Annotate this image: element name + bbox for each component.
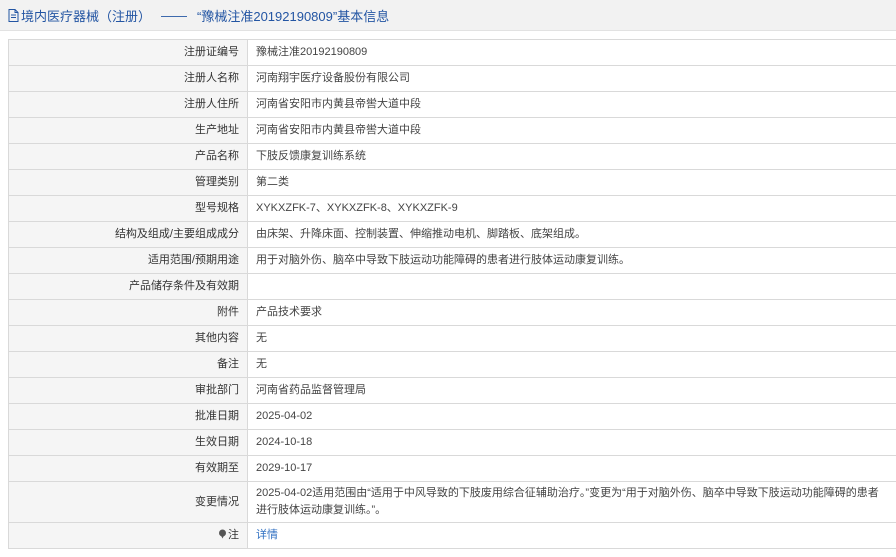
field-label: 注册人住所 — [8, 91, 248, 118]
info-table-container: 注册证编号 豫械注准20192190809 注册人名称 河南翔宇医疗设备股份有限公司注… — [8, 39, 896, 549]
field-value: 豫械注准20192190809 — [247, 39, 896, 66]
field-label: 其他内容 — [8, 325, 248, 352]
field-label: 适用范围/预期用途 — [8, 247, 248, 274]
field-value: 2025-04-02 — [247, 403, 896, 430]
details-link[interactable]: 详情 — [256, 529, 278, 541]
field-label: 附件 — [8, 299, 248, 326]
field-label: 注册证编号 — [8, 39, 248, 66]
table-row: 结构及组成/主要组成成分 由床架、升降床面、控制装置、伸缩推动电机、脚踏板、底架组… — [8, 221, 896, 248]
field-label: 结构及组成/主要组成成分 — [8, 221, 248, 248]
field-label: 变更情况 — [8, 481, 248, 523]
field-value: 无 — [247, 351, 896, 378]
field-value: 用于对脑外伤、脑卒中导致下肢运动功能障碍的患者进行肢体运动康复训练。 — [247, 247, 896, 274]
field-label: 生效日期 — [8, 429, 248, 456]
table-row: 产品名称 下肢反馈康复训练系统 — [8, 143, 896, 170]
field-value: 2024-10-18 — [247, 429, 896, 456]
table-row: 生产地址 河南省安阳市内黄县帝喾大道中段 — [8, 117, 896, 144]
table-row: 注册人住所 河南省安阳市内黄县帝喾大道中段 — [8, 91, 896, 118]
table-row: 产品储存条件及有效期 — [8, 273, 896, 300]
table-row-note: 注 详情 — [8, 522, 896, 549]
field-value: 河南省安阳市内黄县帝喾大道中段 — [247, 117, 896, 144]
info-table-body: 注册证编号 豫械注准20192190809 注册人名称 河南翔宇医疗设备股份有限公司注… — [8, 39, 896, 523]
note-pin-icon — [218, 528, 227, 545]
field-value — [247, 273, 896, 300]
document-icon — [8, 8, 19, 22]
note-value-cell: 详情 — [247, 522, 896, 549]
field-value: 河南省安阳市内黄县帝喾大道中段 — [247, 91, 896, 118]
header-category: 境内医疗器械（注册） — [21, 8, 152, 24]
table-row: 其他内容无 — [8, 325, 896, 352]
field-label: 管理类别 — [8, 169, 248, 196]
field-label: 审批部门 — [8, 377, 248, 404]
field-value: 下肢反馈康复训练系统 — [247, 143, 896, 170]
table-row: 管理类别 第二类 — [8, 169, 896, 196]
table-row: 注册证编号 豫械注准20192190809 — [8, 39, 896, 66]
field-label: 批准日期 — [8, 403, 248, 430]
table-row: 适用范围/预期用途 用于对脑外伤、脑卒中导致下肢运动功能障碍的患者进行肢体运动康复… — [8, 247, 896, 274]
table-row: 注册人名称 河南翔宇医疗设备股份有限公司 — [8, 65, 896, 92]
field-value: 河南省药品监督管理局 — [247, 377, 896, 404]
page-header: 境内医疗器械（注册） —— “豫械注准20192190809”基本信息 — [0, 0, 896, 31]
field-value: 产品技术要求 — [247, 299, 896, 326]
table-row: 审批部门 河南省药品监督管理局 — [8, 377, 896, 404]
table-row: 型号规格 XYKXZFK-7、XYKXZFK-8、XYKXZFK-9 — [8, 195, 896, 222]
field-value: 2025-04-02适用范围由“适用于中风导致的下肢废用综合征辅助治疗。”变更为… — [247, 481, 896, 523]
table-row: 有效期至 2029-10-17 — [8, 455, 896, 482]
table-row: 批准日期 2025-04-02 — [8, 403, 896, 430]
info-table: 注册证编号 豫械注准20192190809 注册人名称 河南翔宇医疗设备股份有限公司注… — [8, 39, 896, 549]
field-value: 无 — [247, 325, 896, 352]
field-value: 由床架、升降床面、控制装置、伸缩推动电机、脚踏板、底架组成。 — [247, 221, 896, 248]
field-label: 产品储存条件及有效期 — [8, 273, 248, 300]
note-label: 注 — [228, 528, 239, 541]
table-row: 变更情况 2025-04-02适用范围由“适用于中风导致的下肢废用综合征辅助治疗。… — [8, 481, 896, 523]
table-row: 生效日期 2024-10-18 — [8, 429, 896, 456]
header-record-title: “豫械注准20192190809”基本信息 — [197, 8, 390, 24]
field-value: 2029-10-17 — [247, 455, 896, 482]
field-label: 有效期至 — [8, 455, 248, 482]
table-row: 附件 产品技术要求 — [8, 299, 896, 326]
field-label: 产品名称 — [8, 143, 248, 170]
field-value: 河南翔宇医疗设备股份有限公司 — [247, 65, 896, 92]
field-label: 生产地址 — [8, 117, 248, 144]
field-label: 注册人名称 — [8, 65, 248, 92]
field-label: 备注 — [8, 351, 248, 378]
field-label: 型号规格 — [8, 195, 248, 222]
table-row: 备注无 — [8, 351, 896, 378]
field-value: 第二类 — [247, 169, 896, 196]
field-value: XYKXZFK-7、XYKXZFK-8、XYKXZFK-9 — [247, 195, 896, 222]
header-separator: —— — [161, 7, 188, 23]
note-label-cell: 注 — [8, 522, 248, 549]
